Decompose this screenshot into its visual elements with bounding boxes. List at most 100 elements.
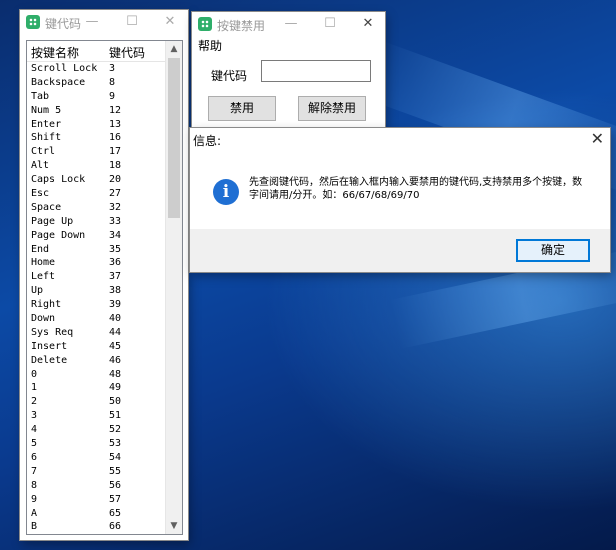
list-item[interactable]: 4 52 bbox=[27, 423, 182, 437]
key-code: 51 bbox=[109, 410, 122, 422]
key-code: 56 bbox=[109, 479, 122, 491]
column-header-keycode[interactable]: 键代码 bbox=[109, 44, 145, 61]
list-item[interactable]: Insert 45 bbox=[27, 340, 182, 354]
list-item[interactable]: 6 54 bbox=[27, 451, 182, 465]
key-code: 12 bbox=[109, 104, 122, 116]
list-item[interactable]: Page Down 34 bbox=[27, 229, 182, 243]
key-name: Backspace bbox=[31, 76, 86, 88]
dialog-message: 先查阅键代码，然后在输入框内输入要禁用的键代码,支持禁用多个按键，数字间请用/分… bbox=[249, 177, 583, 201]
key-name: 7 bbox=[31, 465, 38, 477]
key-block-window-titlebar[interactable]: 按键禁用 — ☐ ✕ bbox=[192, 12, 385, 37]
list-item[interactable]: 3 51 bbox=[27, 409, 182, 423]
key-code: 50 bbox=[109, 396, 122, 408]
key-code: 54 bbox=[109, 451, 122, 463]
list-item[interactable]: Backspace 8 bbox=[27, 76, 182, 90]
key-code: 32 bbox=[109, 201, 122, 213]
list-item[interactable]: Down 40 bbox=[27, 312, 182, 326]
dialog-title: 信息: bbox=[193, 134, 222, 148]
list-item[interactable]: End 35 bbox=[27, 243, 182, 257]
list-item[interactable]: Num 5 12 bbox=[27, 104, 182, 118]
maximize-button[interactable]: ☐ bbox=[310, 12, 350, 37]
list-item[interactable]: Delete 46 bbox=[27, 354, 182, 368]
list-item[interactable]: B 66 bbox=[27, 520, 182, 534]
menu-bar: 帮助 bbox=[192, 37, 385, 55]
key-code: 46 bbox=[109, 354, 122, 366]
scroll-down-icon[interactable]: ▼ bbox=[166, 518, 182, 534]
keycode-window-titlebar[interactable]: 键代码 — ☐ ✕ bbox=[20, 10, 188, 35]
close-button[interactable]: ✕ bbox=[150, 10, 190, 35]
list-item[interactable]: 1 49 bbox=[27, 381, 182, 395]
key-name: Delete bbox=[31, 354, 68, 366]
minimize-button[interactable]: — bbox=[72, 10, 112, 35]
key-name: 5 bbox=[31, 438, 38, 450]
key-name: 9 bbox=[31, 493, 38, 505]
key-block-window: 按键禁用 — ☐ ✕ 帮助 键代码 禁用 解除禁用 bbox=[192, 12, 385, 132]
ok-button[interactable]: 确定 bbox=[516, 239, 590, 262]
list-item[interactable]: Left 37 bbox=[27, 270, 182, 284]
list-item[interactable]: 5 53 bbox=[27, 437, 182, 451]
key-name: Page Up bbox=[31, 215, 74, 227]
list-item[interactable]: Caps Lock 20 bbox=[27, 173, 182, 187]
key-name: 1 bbox=[31, 382, 38, 394]
disable-button[interactable]: 禁用 bbox=[208, 96, 276, 121]
list-item[interactable]: Scroll Lock 3 bbox=[27, 62, 182, 76]
window-title: 按键禁用 bbox=[217, 19, 266, 33]
vertical-scrollbar[interactable]: ▲ ▼ bbox=[165, 41, 182, 534]
list-item[interactable]: Shift 16 bbox=[27, 131, 182, 145]
key-code: 39 bbox=[109, 299, 122, 311]
scroll-thumb[interactable] bbox=[168, 58, 180, 218]
list-item[interactable]: Up 38 bbox=[27, 284, 182, 298]
close-icon[interactable]: ✕ bbox=[591, 129, 604, 148]
minimize-button[interactable]: — bbox=[271, 12, 311, 37]
key-name: A bbox=[31, 507, 38, 519]
list-item[interactable]: 8 56 bbox=[27, 479, 182, 493]
key-name: Enter bbox=[31, 118, 62, 130]
key-code: 37 bbox=[109, 271, 122, 283]
key-name: End bbox=[31, 243, 50, 255]
key-name: 0 bbox=[31, 368, 38, 380]
key-code: 45 bbox=[109, 340, 122, 352]
key-code: 8 bbox=[109, 76, 116, 88]
list-item[interactable]: Sys Req 44 bbox=[27, 326, 182, 340]
list-item[interactable]: Tab 9 bbox=[27, 90, 182, 104]
dialog-body: i 先查阅键代码，然后在输入框内输入要禁用的键代码,支持禁用多个按键，数字间请用… bbox=[190, 153, 610, 229]
list-item[interactable]: Space 32 bbox=[27, 201, 182, 215]
key-name: Sys Req bbox=[31, 326, 74, 338]
keycode-input[interactable] bbox=[261, 60, 371, 82]
key-name: Insert bbox=[31, 340, 68, 352]
close-button[interactable]: ✕ bbox=[348, 12, 388, 37]
list-item[interactable]: Alt 18 bbox=[27, 159, 182, 173]
list-item[interactable]: A 65 bbox=[27, 507, 182, 521]
maximize-button[interactable]: ☐ bbox=[112, 10, 152, 35]
key-code: 53 bbox=[109, 438, 122, 450]
list-item[interactable]: 0 48 bbox=[27, 368, 182, 382]
key-code: 35 bbox=[109, 243, 122, 255]
scroll-up-icon[interactable]: ▲ bbox=[166, 41, 182, 57]
key-code: 49 bbox=[109, 382, 122, 394]
key-name: Left bbox=[31, 271, 56, 283]
key-code: 9 bbox=[109, 90, 116, 102]
info-icon: i bbox=[213, 179, 239, 205]
list-item[interactable]: Right 39 bbox=[27, 298, 182, 312]
list-item[interactable]: Esc 27 bbox=[27, 187, 182, 201]
key-name: Up bbox=[31, 285, 44, 297]
key-code: 20 bbox=[109, 174, 122, 186]
keycode-list[interactable]: 按键名称 键代码 Scroll Lock 3 Backspace 8 Tab 9 Num 5… bbox=[26, 40, 183, 535]
key-name: Num 5 bbox=[31, 104, 62, 116]
list-item[interactable]: Enter 13 bbox=[27, 118, 182, 132]
list-item[interactable]: Page Up 33 bbox=[27, 215, 182, 229]
list-item[interactable]: 7 55 bbox=[27, 465, 182, 479]
key-name: 3 bbox=[31, 410, 38, 422]
key-code: 44 bbox=[109, 326, 122, 338]
key-code: 17 bbox=[109, 146, 122, 158]
list-item[interactable]: 2 50 bbox=[27, 395, 182, 409]
info-dialog: 信息: ✕ i 先查阅键代码，然后在输入框内输入要禁用的键代码,支持禁用多个按键… bbox=[190, 128, 610, 272]
list-item[interactable]: Ctrl 17 bbox=[27, 145, 182, 159]
key-code: 33 bbox=[109, 215, 122, 227]
list-item[interactable]: Home 36 bbox=[27, 256, 182, 270]
list-item[interactable]: 9 57 bbox=[27, 493, 182, 507]
column-header-key-name[interactable]: 按键名称 bbox=[31, 44, 79, 61]
key-code: 16 bbox=[109, 132, 122, 144]
menu-item-help[interactable]: 帮助 bbox=[198, 39, 222, 53]
enable-button[interactable]: 解除禁用 bbox=[298, 96, 366, 121]
